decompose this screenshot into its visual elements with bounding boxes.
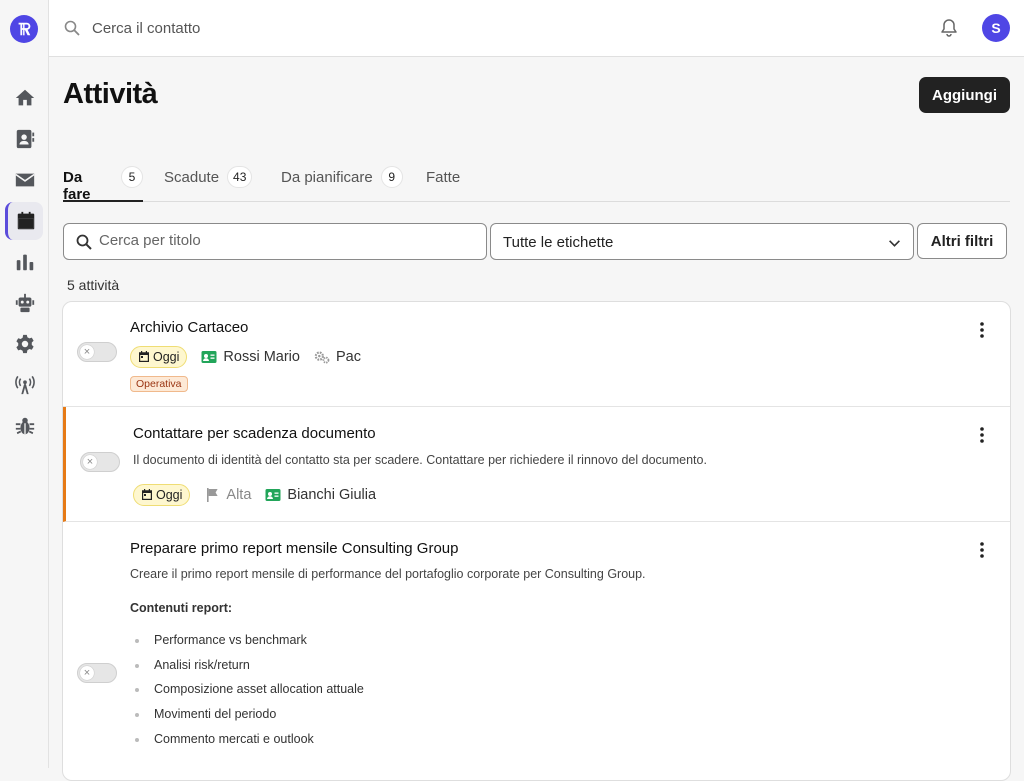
priority-indicator: Alta — [204, 487, 251, 503]
sidebar-item-contacts[interactable] — [0, 120, 49, 158]
contact-search-input[interactable]: Cerca il contatto — [92, 20, 200, 37]
app-logo[interactable] — [10, 15, 38, 43]
contact-name: Bianchi Giulia — [287, 487, 377, 503]
tab-count-badge: 5 — [121, 166, 143, 188]
task-subheading: Contenuti report: — [130, 601, 233, 615]
list-item: Composizione asset allocation attuale — [130, 682, 364, 707]
more-filters-button[interactable]: Altri filtri — [917, 223, 1007, 259]
due-label: Oggi — [156, 488, 183, 502]
labels-select[interactable]: Tutte le etichette — [490, 223, 914, 260]
task-complete-toggle[interactable] — [80, 452, 120, 472]
search-icon — [64, 20, 80, 36]
task-title[interactable]: Preparare primo report mensile Consultin… — [130, 540, 458, 557]
tab-done[interactable]: Fatte — [426, 160, 460, 202]
contact-book-icon — [16, 129, 34, 149]
task-item: Contattare per scadenza documento Il doc… — [63, 407, 1010, 522]
tab-to-schedule[interactable]: Da pianificare 9 — [281, 160, 403, 202]
labels-select-value: Tutte le etichette — [503, 234, 614, 251]
task-description: Il documento di identità del contatto st… — [133, 453, 707, 467]
tab-count-badge: 43 — [227, 166, 253, 188]
chevron-down-icon — [889, 240, 900, 247]
flag-icon — [207, 488, 219, 502]
tab-bar: Da fare 5 Scadute 43 Da pianificare 9 Fa… — [63, 160, 1010, 203]
assignee-name: Pac — [335, 349, 361, 365]
sidebar — [0, 0, 49, 768]
bell-icon[interactable] — [939, 18, 959, 38]
list-item: Analisi risk/return — [130, 658, 364, 683]
contact-card-icon — [265, 489, 281, 501]
top-bar: Cerca il contatto S — [49, 0, 1024, 57]
title-search-input[interactable] — [99, 232, 469, 249]
sidebar-item-debug[interactable] — [0, 407, 49, 445]
task-tag: Operativa — [130, 376, 188, 392]
tab-label: Da pianificare — [281, 169, 373, 186]
sidebar-item-home[interactable] — [0, 79, 49, 117]
more-options-icon[interactable] — [974, 321, 990, 339]
tab-todo[interactable]: Da fare 5 — [63, 160, 143, 203]
priority-label: Alta — [226, 487, 252, 503]
calendar-icon — [142, 489, 152, 500]
antenna-icon — [14, 375, 35, 395]
contact-link[interactable]: Rossi Mario — [201, 349, 300, 365]
contact-name: Rossi Mario — [223, 349, 300, 365]
task-title[interactable]: Archivio Cartaceo — [130, 319, 248, 336]
gears-icon — [314, 351, 330, 364]
task-meta: Oggi Rossi Mario Pac — [130, 346, 361, 368]
tab-count-badge: 9 — [380, 166, 403, 188]
task-bullet-list: Performance vs benchmark Analisi risk/re… — [130, 633, 364, 756]
robot-icon — [15, 293, 34, 313]
add-button[interactable]: Aggiungi — [919, 77, 1010, 113]
list-item: Commento mercati e outlook — [130, 732, 364, 757]
title-search-box — [63, 223, 487, 260]
home-icon — [15, 89, 34, 106]
task-item: Archivio Cartaceo Oggi Rossi Mario Pac O… — [63, 302, 1010, 407]
task-count: 5 attività — [67, 277, 120, 293]
task-title[interactable]: Contattare per scadenza documento — [133, 425, 376, 442]
assignee: Pac — [314, 349, 361, 365]
contact-card-icon — [201, 351, 217, 363]
list-item: Performance vs benchmark — [130, 633, 364, 658]
due-label: Oggi — [153, 350, 180, 364]
search-icon — [76, 234, 92, 250]
task-list: Archivio Cartaceo Oggi Rossi Mario Pac O… — [62, 301, 1011, 781]
bar-chart-icon — [16, 254, 33, 271]
task-complete-toggle[interactable] — [77, 342, 117, 362]
sidebar-item-calendar[interactable] — [5, 202, 43, 240]
tab-overdue[interactable]: Scadute 43 — [164, 160, 253, 202]
calendar-icon — [139, 351, 149, 362]
sidebar-item-broadcast[interactable] — [0, 366, 49, 404]
sidebar-item-mail[interactable] — [0, 161, 49, 199]
task-description: Creare il primo report mensile di perfor… — [130, 567, 646, 581]
tab-label: Da fare — [63, 169, 91, 203]
gear-icon — [15, 334, 34, 354]
contact-link[interactable]: Bianchi Giulia — [265, 487, 376, 503]
calendar-icon — [17, 211, 34, 230]
task-complete-toggle[interactable] — [77, 663, 117, 683]
list-item: Movimenti del periodo — [130, 707, 364, 732]
tab-label: Scadute — [164, 169, 220, 186]
sidebar-item-settings[interactable] — [0, 325, 49, 363]
user-avatar[interactable]: S — [982, 14, 1010, 42]
page-title: Attività — [63, 78, 158, 110]
due-chip[interactable]: Oggi — [130, 346, 188, 368]
sidebar-item-reports[interactable] — [0, 243, 49, 281]
sidebar-item-automation[interactable] — [0, 284, 49, 322]
more-options-icon[interactable] — [974, 426, 990, 444]
tab-label: Fatte — [426, 169, 461, 186]
envelope-icon — [14, 173, 35, 187]
due-chip[interactable]: Oggi — [133, 484, 191, 506]
task-meta: Oggi Alta Bianchi Giulia — [133, 484, 376, 506]
logo-icon — [18, 22, 31, 36]
more-options-icon[interactable] — [974, 541, 990, 559]
task-item: Preparare primo report mensile Consultin… — [63, 522, 1010, 780]
bug-icon — [15, 417, 34, 435]
